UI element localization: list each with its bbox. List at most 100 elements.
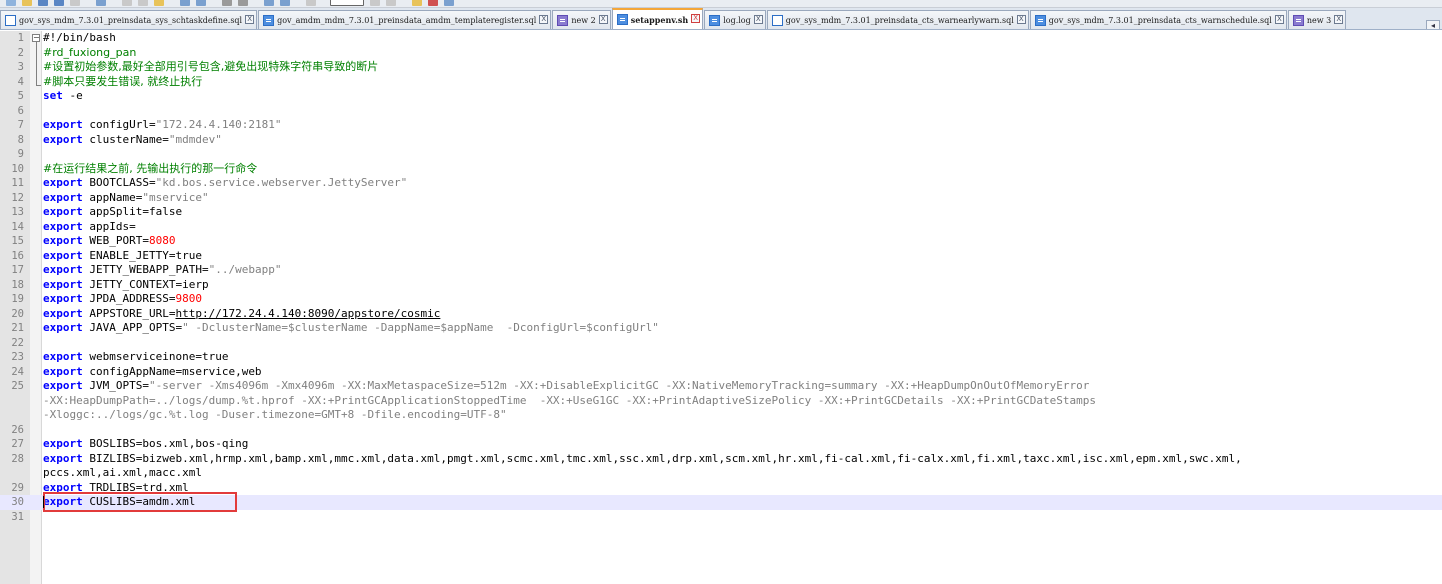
code-token: JETTY_CONTEXT=ierp — [82, 277, 209, 291]
code-line[interactable]: 15 export WEB_PORT=8080 — [0, 234, 1442, 249]
code-line[interactable]: 27 export BOSLIBS=bos.xml,bos-qing — [0, 437, 1442, 452]
code-line[interactable]: 18 export JETTY_CONTEXT=ierp — [0, 278, 1442, 293]
url-link[interactable]: http://172.24.4.140:8090/appstore/cosmic — [175, 307, 440, 320]
undo-icon[interactable] — [180, 0, 190, 6]
tab-label: new 2 — [571, 15, 596, 25]
tab-1[interactable]: gov_amdm_mdm_7.3.01_preinsdata_amdm_temp… — [258, 10, 552, 29]
paste-icon[interactable] — [154, 0, 164, 6]
code-text: export JAVA_APP_OPTS=" -DclusterName=$cl… — [43, 321, 659, 336]
code-line[interactable]: 1 #!/bin/bash — [0, 31, 1442, 46]
macro-play-icon[interactable] — [444, 0, 454, 6]
code-line[interactable]: 17 export JETTY_WEBAPP_PATH="../webapp" — [0, 263, 1442, 278]
code-text: export webmserviceinone=true — [43, 350, 228, 365]
save-all-icon[interactable] — [54, 0, 64, 6]
print-icon[interactable] — [96, 0, 106, 6]
code-line[interactable]: 4 #脚本只要发生错误, 就终止执行 — [0, 75, 1442, 90]
code-text: export JETTY_WEBAPP_PATH="../webapp" — [43, 263, 281, 278]
code-line[interactable]: 3 #设置初始参数,最好全部用引号包含,避免出现特殊字符串导致的断片 — [0, 60, 1442, 75]
line-number: 15 — [11, 235, 24, 247]
save-icon[interactable] — [38, 0, 48, 6]
code-line[interactable]: 7 export configUrl="172.24.4.140:2181" — [0, 118, 1442, 133]
code-line[interactable]: pccs.xml,ai.xml,macc.xml — [0, 466, 1442, 481]
close-file-icon[interactable] — [70, 0, 80, 6]
show-all-chars-icon[interactable] — [370, 0, 380, 6]
code-text: export BIZLIBS=bizweb.xml,hrmp.xml,bamp.… — [43, 452, 1242, 467]
macro-record-icon[interactable] — [412, 0, 422, 6]
code-line[interactable]: -XX:HeapDumpPath=../logs/dump.%t.hprof -… — [0, 394, 1442, 409]
line-number: 7 — [17, 119, 24, 131]
code-text: export appName="mservice" — [43, 191, 209, 206]
code-text: #在运行结果之前, 先输出执行的那一行命令 — [43, 162, 257, 177]
code-line[interactable]: 26 — [0, 423, 1442, 438]
code-line[interactable]: 11 export BOOTCLASS="kd.bos.service.webse… — [0, 176, 1442, 191]
close-tab-icon[interactable]: X — [1334, 15, 1344, 24]
code-line[interactable]: 25 export JVM_OPTS="-server -Xms4096m -Xm… — [0, 379, 1442, 394]
close-tab-icon[interactable]: X — [753, 15, 763, 24]
zoom-in-icon[interactable] — [264, 0, 274, 6]
word-wrap-icon[interactable] — [330, 0, 364, 6]
code-text: export configAppName=mservice,web — [43, 365, 262, 380]
code-line[interactable]: 21 export JAVA_APP_OPTS=" -DclusterName=$… — [0, 321, 1442, 336]
close-tab-icon[interactable]: X — [245, 15, 255, 24]
code-line[interactable]: 28 export BIZLIBS=bizweb.xml,hrmp.xml,bam… — [0, 452, 1442, 467]
line-number: 23 — [11, 351, 24, 363]
code-line[interactable]: 14 export appIds= — [0, 220, 1442, 235]
code-line[interactable]: 24 export configAppName=mservice,web — [0, 365, 1442, 380]
keyword-token: export — [43, 277, 83, 291]
zoom-out-icon[interactable] — [280, 0, 290, 6]
code-line[interactable]: 13 export appSplit=false — [0, 205, 1442, 220]
keyword-token: export — [43, 219, 83, 233]
line-number: 31 — [11, 510, 24, 523]
text-cursor — [43, 496, 44, 508]
sync-scroll-icon[interactable] — [306, 0, 316, 6]
code-token: JAVA_APP_OPTS= — [82, 321, 183, 334]
tab-label: log.log — [723, 15, 751, 25]
close-tab-icon[interactable]: X — [539, 15, 549, 24]
tab-4[interactable]: log.log X — [704, 10, 766, 29]
macro-stop-icon[interactable] — [428, 0, 438, 6]
close-tab-icon[interactable]: X — [1274, 15, 1284, 24]
code-token: JPDA_ADDRESS= — [82, 292, 176, 305]
code-line[interactable]: 16 export ENABLE_JETTY=true — [0, 249, 1442, 264]
code-line[interactable]: 12 export appName="mservice" — [0, 191, 1442, 206]
replace-icon[interactable] — [238, 0, 248, 6]
line-number: 30 — [11, 496, 24, 508]
close-tab-icon[interactable]: X — [1016, 15, 1026, 24]
tab-7[interactable]: new 3X — [1287, 10, 1347, 29]
open-folder-icon[interactable] — [22, 0, 32, 6]
tab-0[interactable]: gov_sys_mdm_7.3.01_preinsdata_sys_schtas… — [0, 10, 258, 29]
code-line[interactable]: 20 export APPSTORE_URL=http://172.24.4.14… — [0, 307, 1442, 322]
code-line[interactable]: 2 #rd_fuxiong_pan — [0, 46, 1442, 61]
code-line[interactable]: -Xloggc:../logs/gc.%t.log -Duser.timezon… — [0, 408, 1442, 423]
code-line[interactable]: 8 export clusterName="mdmdev" — [0, 133, 1442, 148]
code-editor[interactable]: − 1 #!/bin/bash 2 #rd_fuxiong_pan 3 #设置初始参数,最… — [0, 31, 1442, 584]
code-line[interactable]: 19 export JPDA_ADDRESS=9800 — [0, 292, 1442, 307]
code-line[interactable]: 10 #在运行结果之前, 先输出执行的那一行命令 — [0, 162, 1442, 177]
find-icon[interactable] — [222, 0, 232, 6]
close-tab-icon[interactable]: X — [691, 14, 701, 23]
code-text: export configUrl="172.24.4.140:2181" — [43, 118, 281, 133]
copy-icon[interactable] — [138, 0, 148, 6]
code-line[interactable]: 23 export webmserviceinone=true — [0, 350, 1442, 365]
tab-3[interactable]: setappenv.sh X — [611, 8, 704, 29]
indent-guide-icon[interactable] — [386, 0, 396, 6]
keyword-token: export — [43, 234, 83, 247]
tab-2[interactable]: new 2X — [552, 10, 611, 29]
file-icon — [557, 14, 569, 26]
tab-6[interactable]: gov_sys_mdm_7.3.01_preinsdata_cts_warnsc… — [1029, 10, 1287, 29]
keyword-token: export — [43, 205, 83, 218]
line-number: 13 — [11, 206, 24, 218]
new-file-icon[interactable] — [6, 0, 16, 6]
keyword-token: export — [43, 292, 83, 305]
line-number: 1 — [17, 32, 24, 44]
redo-icon[interactable] — [196, 0, 206, 6]
tab-5[interactable]: gov_sys_mdm_7.3.01_preinsdata_cts_warnea… — [766, 10, 1029, 29]
tab-scroll-left-button[interactable]: ◂ — [1426, 20, 1440, 29]
code-line[interactable]: 5 set -e — [0, 89, 1442, 104]
close-tab-icon[interactable]: X — [598, 15, 608, 24]
code-line[interactable]: 6 — [0, 104, 1442, 119]
code-line[interactable]: 22 — [0, 336, 1442, 351]
comment-token: #在运行结果之前, 先输出执行的那一行命令 — [43, 161, 258, 175]
code-line[interactable]: 9 — [0, 147, 1442, 162]
cut-icon[interactable] — [122, 0, 132, 6]
